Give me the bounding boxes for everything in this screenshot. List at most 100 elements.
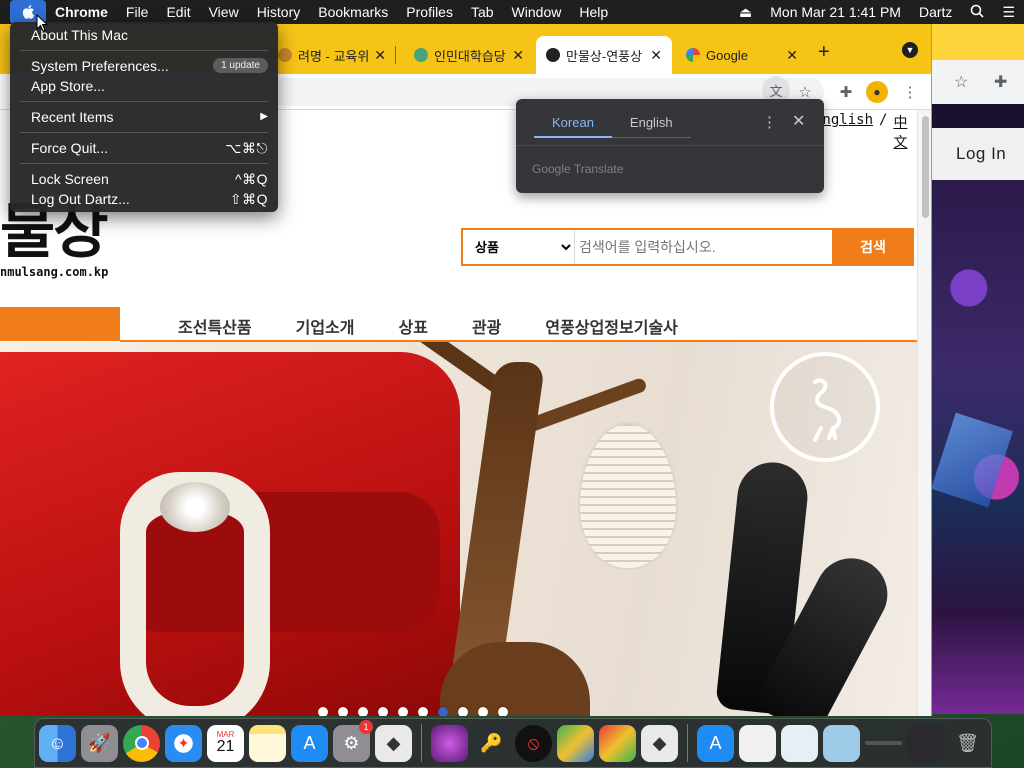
menu-profiles[interactable]: Profiles xyxy=(397,4,462,20)
puzzle-icon[interactable]: ✚ xyxy=(994,72,1007,92)
menu-item-system-preferences[interactable]: System Preferences... 1 update xyxy=(10,56,278,76)
menu-app-name[interactable]: Chrome xyxy=(46,4,117,20)
menu-item-app-store[interactable]: App Store... xyxy=(10,76,278,96)
close-icon[interactable]: ✕ xyxy=(374,47,386,64)
carousel-dot[interactable] xyxy=(478,707,488,716)
scrollbar-thumb[interactable] xyxy=(922,116,929,218)
close-icon[interactable]: ✕ xyxy=(512,47,524,64)
trash-icon[interactable]: 🗑 xyxy=(949,725,986,762)
carousel-dot[interactable] xyxy=(398,707,408,716)
background-browser-window[interactable]: ☆ ✚ Log In xyxy=(932,24,1024,714)
shortcut-label: ^⌘Q xyxy=(235,171,268,187)
launchpad-icon[interactable]: 🚀 xyxy=(81,724,118,762)
calendar-icon[interactable]: MAR 21 xyxy=(207,724,244,762)
finder-icon[interactable]: ☺ xyxy=(39,724,76,762)
search-input[interactable] xyxy=(575,230,832,264)
carousel-dot[interactable] xyxy=(318,707,328,716)
roblox-icon[interactable]: ◆ xyxy=(375,724,412,762)
new-tab-button[interactable]: + xyxy=(818,41,830,64)
roblox-studio-icon[interactable]: ◆ xyxy=(641,724,678,762)
tab-google[interactable]: Google ✕ xyxy=(676,36,808,74)
notes-icon[interactable] xyxy=(249,724,286,762)
menu-window[interactable]: Window xyxy=(503,4,571,20)
dock-separator xyxy=(421,724,422,762)
close-icon[interactable]: ✕ xyxy=(650,47,662,64)
clock[interactable]: Mon Mar 21 1:41 PM xyxy=(761,4,910,20)
menu-item-recent-items[interactable]: Recent Items ▶ xyxy=(10,107,278,127)
google-translate-label: Google Translate xyxy=(532,162,624,176)
nav-item-korean-specialties[interactable]: 조선특산품 xyxy=(178,314,252,338)
menu-bookmarks[interactable]: Bookmarks xyxy=(309,4,397,20)
browser-menu-icon[interactable]: ⋮ xyxy=(900,82,920,102)
menu-separator xyxy=(20,163,268,164)
nav-item-brands[interactable]: 상표 xyxy=(399,314,428,338)
more-options-icon[interactable]: ⋮ xyxy=(762,113,777,131)
carousel-dot[interactable] xyxy=(418,707,428,716)
hero-carousel[interactable] xyxy=(0,342,917,716)
control-center-icon[interactable]: ☰ xyxy=(993,4,1024,21)
tor-browser-icon[interactable] xyxy=(431,724,468,762)
user-name[interactable]: Dartz xyxy=(910,4,961,20)
menu-file[interactable]: File xyxy=(117,4,158,20)
menu-edit[interactable]: Edit xyxy=(157,4,199,20)
system-preferences-icon[interactable]: ⚙ 1 xyxy=(333,719,373,762)
star-icon[interactable]: ☆ xyxy=(954,72,968,92)
bluestacks-x-icon[interactable] xyxy=(599,724,636,762)
carousel-dot[interactable] xyxy=(458,707,468,716)
translate-tab-target[interactable]: English xyxy=(611,109,691,138)
menu-help[interactable]: Help xyxy=(570,4,617,20)
carousel-dot[interactable] xyxy=(378,707,388,716)
tab-ryomyong[interactable]: 려명 - 교육위원 ✕ xyxy=(268,36,396,74)
tab-favicon xyxy=(414,48,428,62)
notification-badge: 1 xyxy=(359,719,373,734)
apple-icon xyxy=(22,5,35,19)
nav-item-company-intro[interactable]: 기업소개 xyxy=(296,314,355,338)
tab-manmulsang[interactable]: 만물상-연풍상 ✕ xyxy=(536,36,672,74)
menu-item-log-out[interactable]: Log Out Dartz... ⇧⌘Q xyxy=(10,189,278,209)
app-store-icon[interactable]: A xyxy=(291,724,328,762)
menu-item-label: Lock Screen xyxy=(31,171,109,187)
tab-favicon xyxy=(278,48,292,62)
keychain-icon[interactable]: 🔑 xyxy=(473,725,510,762)
extensions-icon[interactable]: ✚ xyxy=(836,82,856,102)
carousel-dot[interactable] xyxy=(358,707,368,716)
tab-search-button[interactable]: ▼ xyxy=(902,42,918,58)
menu-view[interactable]: View xyxy=(200,4,248,20)
close-icon[interactable]: ✕ xyxy=(792,111,805,131)
carousel-dot[interactable] xyxy=(338,707,348,716)
tab-title: 려명 - 교육위원 xyxy=(298,48,369,64)
search-category-select[interactable]: 상품 xyxy=(463,230,575,264)
profile-avatar-icon[interactable]: ● xyxy=(866,81,888,103)
chrome-icon[interactable] xyxy=(123,724,160,762)
app-store-download-icon[interactable]: A xyxy=(697,724,734,762)
nav-item-tourism[interactable]: 관광 xyxy=(472,314,501,338)
folder-thumbnail-icon[interactable] xyxy=(823,724,860,762)
minimized-window-icon[interactable] xyxy=(907,724,944,762)
eject-icon[interactable]: ⏏ xyxy=(730,4,761,21)
login-button[interactable]: Log In xyxy=(932,128,1024,180)
menu-history[interactable]: History xyxy=(248,4,310,20)
mouse-cursor-icon xyxy=(36,14,48,32)
close-icon[interactable]: ✕ xyxy=(786,47,798,64)
safari-icon[interactable]: ✦ xyxy=(165,724,202,762)
screenshot-thumbnail-icon[interactable] xyxy=(781,724,818,762)
menu-tab[interactable]: Tab xyxy=(462,4,503,20)
document-icon[interactable] xyxy=(739,724,776,762)
nav-item-yonphung-it[interactable]: 연풍상업정보기술사 xyxy=(545,314,677,338)
minimized-window-icon[interactable] xyxy=(865,741,902,745)
game-artwork xyxy=(932,180,1024,714)
search-icon[interactable] xyxy=(961,4,993,21)
translate-tab-source[interactable]: Korean xyxy=(534,109,612,138)
menu-item-lock-screen[interactable]: Lock Screen ^⌘Q xyxy=(10,169,278,189)
page-scrollbar[interactable] xyxy=(917,110,931,716)
bluestacks-icon[interactable] xyxy=(557,724,594,762)
no-entry-app-icon[interactable]: ⦸ xyxy=(515,724,552,762)
menu-item-force-quit[interactable]: Force Quit... ⌥⌘⎋ xyxy=(10,138,278,158)
language-links: English / 中文 xyxy=(814,112,917,152)
menu-item-about-this-mac[interactable]: About This Mac xyxy=(10,25,278,45)
search-button[interactable]: 검색 xyxy=(832,228,914,266)
lang-link-chinese[interactable]: 中文 xyxy=(893,112,917,152)
carousel-dot[interactable] xyxy=(498,707,508,716)
carousel-dot[interactable] xyxy=(438,707,448,716)
tab-grand-peoples-study-house[interactable]: 인민대학습당 ✕ xyxy=(404,36,534,74)
